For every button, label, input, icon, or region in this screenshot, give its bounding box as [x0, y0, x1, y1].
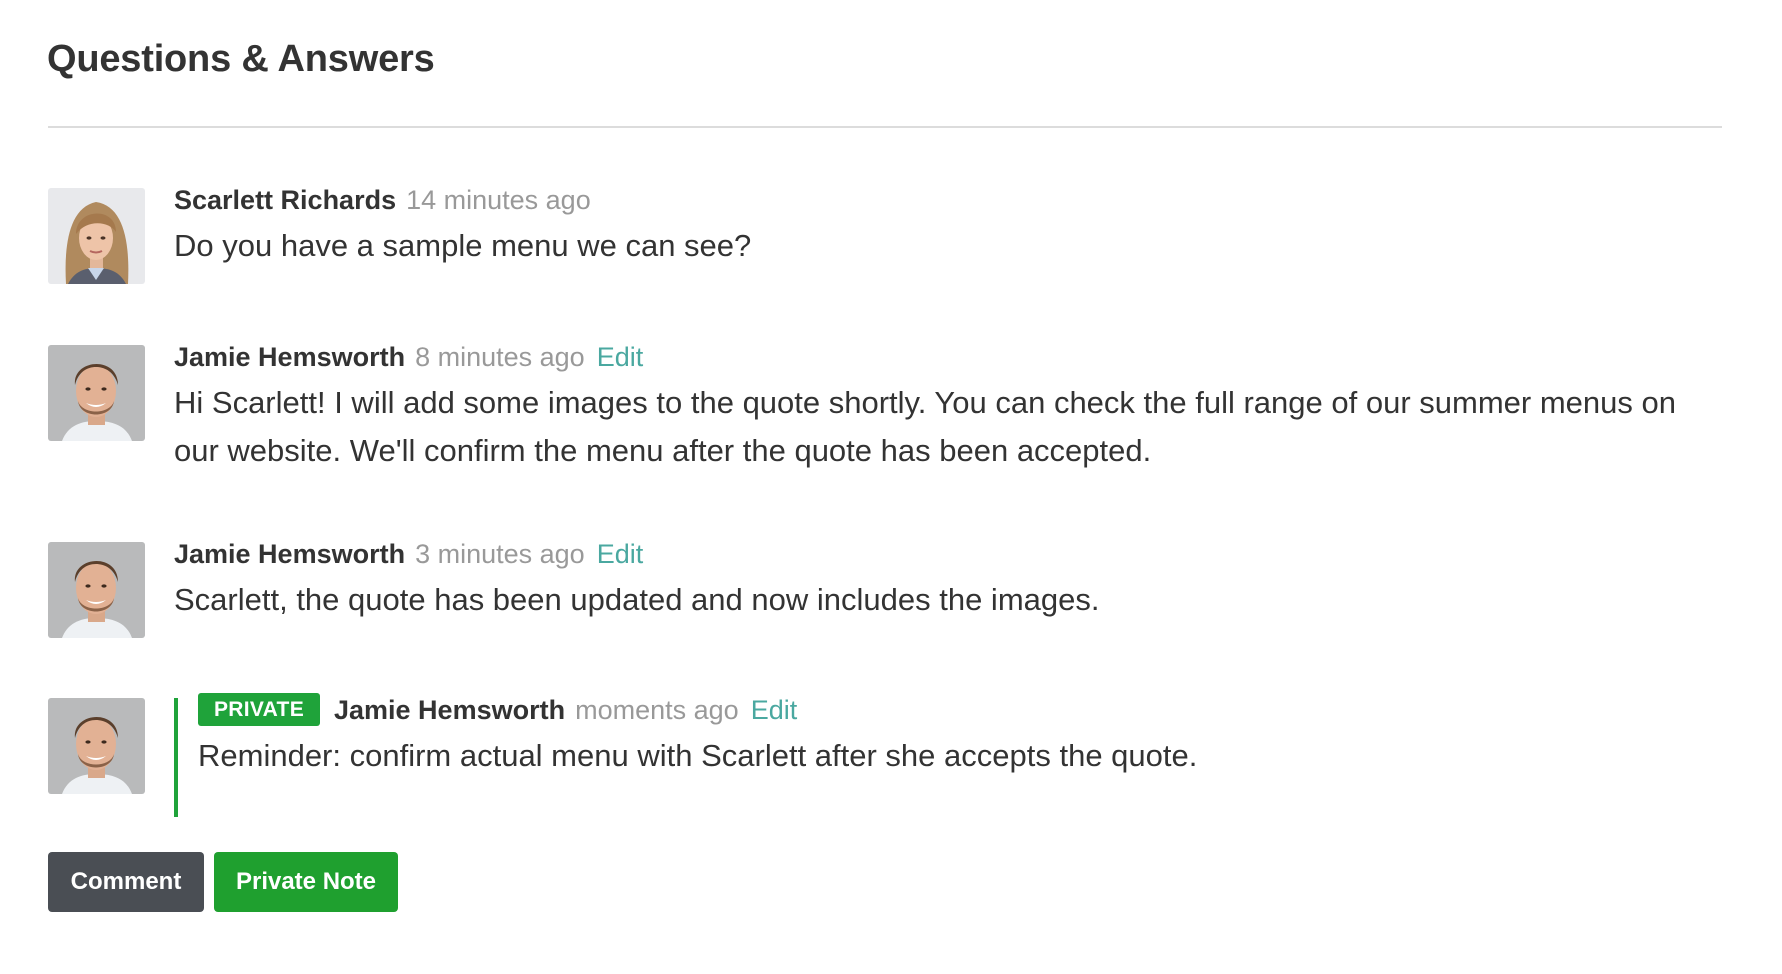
comment-meta: PRIVATE Jamie Hemsworth moments ago Edit: [198, 690, 1728, 730]
edit-link[interactable]: Edit: [751, 695, 798, 725]
edit-link[interactable]: Edit: [597, 539, 644, 569]
comment-meta: Jamie Hemsworth 8 minutes ago Edit: [174, 337, 1728, 377]
timestamp: moments ago: [575, 695, 739, 725]
comment-text: Hi Scarlett! I will add some images to t…: [174, 385, 1676, 468]
comment-content: Jamie Hemsworth 8 minutes ago Edit Hi Scar…: [174, 337, 1728, 475]
avatar: [48, 698, 145, 794]
author-name: Jamie Hemsworth: [174, 342, 406, 372]
author-name: Scarlett Richards: [174, 185, 397, 215]
avatar: [48, 345, 145, 441]
female-avatar-icon: [48, 188, 145, 284]
comment-text: Reminder: confirm actual menu with Scarl…: [198, 738, 1198, 773]
timestamp: 3 minutes ago: [415, 539, 585, 569]
male-avatar-icon: [48, 698, 145, 794]
male-avatar-icon: [48, 345, 145, 441]
timestamp: 14 minutes ago: [406, 185, 591, 215]
male-avatar-icon: [48, 542, 145, 638]
comment-text: Scarlett, the quote has been updated and…: [174, 582, 1100, 617]
edit-link[interactable]: Edit: [597, 342, 644, 372]
comment-content: Jamie Hemsworth 3 minutes ago Edit Scarlet…: [174, 534, 1728, 624]
private-note-button[interactable]: Private Note: [214, 852, 398, 912]
divider: [48, 126, 1722, 128]
comment-meta: Scarlett Richards 14 minutes ago: [174, 180, 1728, 220]
comment-content: PRIVATE Jamie Hemsworth moments ago Edit Re…: [198, 690, 1728, 780]
avatar: [48, 188, 145, 284]
private-badge: PRIVATE: [198, 693, 320, 726]
comment-button[interactable]: Comment: [48, 852, 204, 912]
author-name: Jamie Hemsworth: [174, 539, 406, 569]
timestamp: 8 minutes ago: [415, 342, 585, 372]
page-title: Questions & Answers: [47, 38, 435, 80]
comment-text: Do you have a sample menu we can see?: [174, 228, 752, 263]
avatar: [48, 542, 145, 638]
comment-content: Scarlett Richards 14 minutes ago Do you h…: [174, 180, 1728, 270]
author-name: Jamie Hemsworth: [334, 695, 566, 725]
comment-meta: Jamie Hemsworth 3 minutes ago Edit: [174, 534, 1728, 574]
private-indicator-bar: [174, 698, 178, 817]
